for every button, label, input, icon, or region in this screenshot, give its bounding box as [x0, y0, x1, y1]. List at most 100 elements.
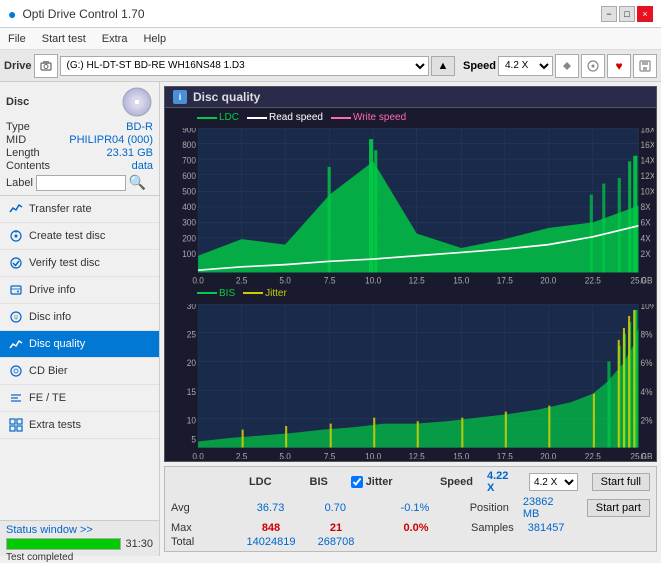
label-input[interactable]	[36, 175, 126, 191]
svg-text:6%: 6%	[641, 357, 653, 368]
avg-label: Avg	[171, 502, 231, 514]
status-window-btn[interactable]: Status window >>	[6, 524, 153, 536]
maximize-button[interactable]: □	[619, 6, 635, 22]
svg-text:12X: 12X	[641, 171, 654, 181]
svg-text:800: 800	[182, 140, 196, 150]
bis-chart-svg: 30 25 20 15 10 5 10% 8% 6% 4% 2% 0.0	[167, 304, 654, 460]
drive-selector[interactable]: (G:) HL-DT-ST BD-RE WH16NS48 1.D3	[60, 56, 429, 76]
svg-text:10.0: 10.0	[365, 450, 381, 459]
label-browse-icon[interactable]: 🔍	[129, 174, 146, 191]
sidebar-item-drive-info[interactable]: Drive info	[0, 277, 159, 304]
sidebar-label-drive-info: Drive info	[29, 284, 75, 296]
svg-text:100: 100	[182, 249, 196, 259]
quality-icon: i	[173, 90, 187, 104]
col-speed-header: Speed	[440, 476, 473, 488]
write-speed-legend: Write speed	[331, 112, 406, 123]
disc-icon-btn[interactable]	[581, 54, 605, 78]
menu-extra[interactable]: Extra	[98, 32, 132, 46]
svg-text:10: 10	[187, 415, 196, 426]
svg-text:4X: 4X	[641, 233, 651, 243]
sidebar-item-verify-test-disc[interactable]: Verify test disc	[0, 250, 159, 277]
sidebar-label-disc-info: Disc info	[29, 311, 71, 323]
sidebar-label-transfer-rate: Transfer rate	[29, 203, 92, 215]
svg-text:10%: 10%	[641, 304, 654, 311]
menu-help[interactable]: Help	[139, 32, 170, 46]
type-value: BD-R	[126, 121, 153, 133]
sidebar-item-disc-quality[interactable]: Disc quality	[0, 331, 159, 358]
disc-panel: Disc Type BD-R MID PHILIPR04 (000) Lengt…	[0, 82, 159, 196]
svg-text:7.5: 7.5	[324, 450, 336, 459]
sidebar-label-extra-tests: Extra tests	[29, 419, 81, 431]
speed-select[interactable]: 4.2 X	[529, 473, 578, 491]
avg-bis: 0.70	[310, 502, 360, 514]
sidebar-item-fe-te[interactable]: FE / TE	[0, 385, 159, 412]
sidebar-item-cd-bier[interactable]: CD Bier	[0, 358, 159, 385]
total-ldc: 14024819	[241, 536, 301, 548]
type-label: Type	[6, 121, 30, 133]
position-label: Position	[470, 502, 509, 514]
svg-text:20.0: 20.0	[540, 275, 556, 283]
eject-button[interactable]: ▲	[431, 56, 455, 76]
svg-text:500: 500	[182, 186, 196, 196]
status-text: Test completed	[6, 552, 153, 563]
col-ldc-header: LDC	[234, 476, 287, 488]
svg-text:18X: 18X	[641, 128, 654, 135]
sidebar-item-create-test-disc[interactable]: Create test disc	[0, 223, 159, 250]
svg-text:17.5: 17.5	[497, 275, 513, 283]
start-part-button[interactable]: Start part	[587, 499, 650, 517]
svg-text:25: 25	[187, 328, 196, 339]
progress-bar	[6, 538, 121, 550]
menu-start-test[interactable]: Start test	[38, 32, 90, 46]
jitter-checkbox[interactable]	[351, 476, 363, 488]
sidebar-item-transfer-rate[interactable]: Transfer rate	[0, 196, 159, 223]
sidebar-label-verify-test-disc: Verify test disc	[29, 257, 100, 269]
main-layout: Disc Type BD-R MID PHILIPR04 (000) Lengt…	[0, 82, 661, 556]
sidebar-item-extra-tests[interactable]: Extra tests	[0, 412, 159, 439]
svg-text:400: 400	[182, 202, 196, 212]
svg-text:300: 300	[182, 217, 196, 227]
bis-chart: BIS Jitter	[167, 286, 654, 460]
svg-text:14X: 14X	[641, 155, 654, 165]
svg-text:5: 5	[191, 434, 196, 445]
total-label: Total	[171, 536, 231, 548]
drive-icon	[34, 54, 58, 78]
svg-text:30: 30	[187, 304, 196, 311]
svg-text:2.5: 2.5	[236, 450, 248, 459]
svg-text:2X: 2X	[641, 249, 651, 259]
speed-selector[interactable]: 4.2 X	[498, 56, 553, 76]
speed-icon-btn[interactable]	[555, 54, 579, 78]
col-bis-header: BIS	[297, 476, 341, 488]
svg-text:5.0: 5.0	[279, 275, 291, 283]
minimize-button[interactable]: −	[601, 6, 617, 22]
svg-text:600: 600	[182, 171, 196, 181]
drive-info-icon	[8, 282, 24, 298]
mid-value: PHILIPR04 (000)	[69, 134, 153, 146]
progress-fill	[7, 539, 120, 549]
fe-te-icon	[8, 390, 24, 406]
heart-icon-btn[interactable]: ♥	[607, 54, 631, 78]
close-button[interactable]: ×	[637, 6, 653, 22]
window-controls: − □ ×	[601, 6, 653, 22]
disc-info-icon: i	[8, 309, 24, 325]
content-area: i Disc quality LDC Read speed	[160, 82, 661, 556]
sidebar-item-disc-info[interactable]: i Disc info	[0, 304, 159, 331]
svg-text:900: 900	[182, 128, 196, 135]
mid-label: MID	[6, 134, 26, 146]
verify-test-disc-icon	[8, 255, 24, 271]
col-jitter-header: Jitter	[366, 476, 393, 488]
svg-text:16X: 16X	[641, 140, 654, 150]
disc-section-label: Disc	[6, 96, 29, 108]
svg-text:5.0: 5.0	[279, 450, 291, 459]
svg-text:12.5: 12.5	[409, 450, 425, 459]
transfer-rate-icon	[8, 201, 24, 217]
menu-file[interactable]: File	[4, 32, 30, 46]
jitter-legend: Jitter	[243, 288, 287, 299]
svg-text:8%: 8%	[641, 328, 653, 339]
length-label: Length	[6, 147, 40, 159]
save-icon-btn[interactable]	[633, 54, 657, 78]
quality-title: Disc quality	[193, 90, 260, 104]
svg-text:2.5: 2.5	[236, 275, 248, 283]
svg-text:15.0: 15.0	[453, 275, 469, 283]
start-full-button[interactable]: Start full	[592, 473, 650, 491]
svg-text:700: 700	[182, 155, 196, 165]
